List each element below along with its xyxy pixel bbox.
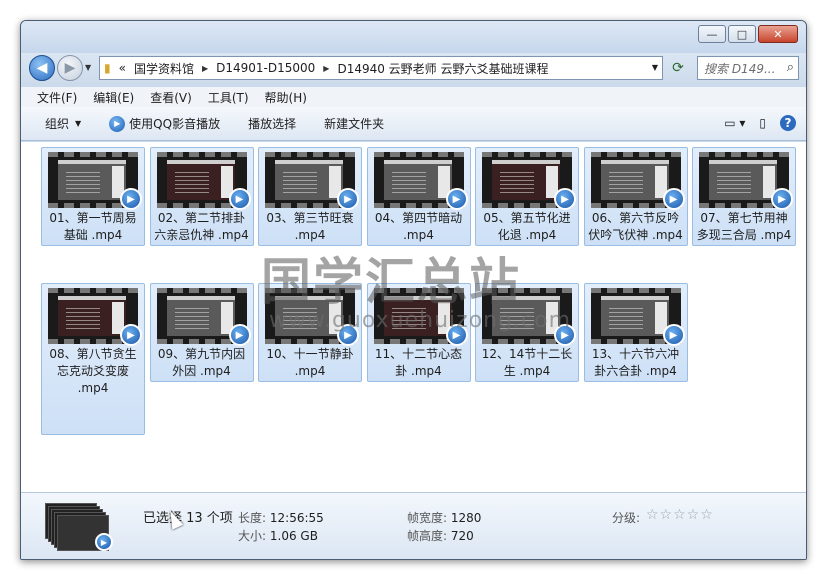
file-item[interactable]: ▶ 03、第三节旺衰 .mp4 bbox=[258, 147, 362, 246]
rating-label: 分级: bbox=[612, 511, 641, 525]
chevron-right-icon[interactable]: ▶ bbox=[323, 64, 329, 73]
file-name: 10、十一节静卦 .mp4 bbox=[266, 347, 354, 378]
breadcrumb-item[interactable]: 国学资料馆 bbox=[134, 60, 194, 77]
qq-player-icon: ▶ bbox=[662, 324, 685, 346]
file-item[interactable]: ▶ 08、第八节贪生 忘克动爻变废 .mp4 bbox=[41, 283, 145, 435]
file-list-pane[interactable]: ▶ 01、第一节周易 基础 .mp4 ▶ 02、第二节排卦 六亲忌仇神 .mp4 ▶ 03、第… bbox=[21, 142, 806, 492]
file-name: 09、第九节内因 外因 .mp4 bbox=[157, 347, 246, 378]
search-input[interactable]: 搜索 D149... ⌕ bbox=[697, 56, 799, 80]
qq-player-icon: ▶ bbox=[228, 324, 251, 346]
qq-player-icon: ▶ bbox=[228, 188, 251, 210]
forward-button[interactable]: ▶ bbox=[57, 55, 83, 81]
minimize-button[interactable]: — bbox=[698, 25, 726, 43]
qq-player-icon: ▶ bbox=[95, 533, 113, 551]
preview-pane-icon[interactable]: ▯ bbox=[759, 116, 766, 130]
refresh-icon[interactable]: ⟳ bbox=[667, 57, 689, 79]
frame-height-field: 帧高度: 720 bbox=[407, 529, 474, 543]
details-pane: ▶ 已选择 13 个项 长度: 12:56:55 大小: 1.06 GB 帧宽度… bbox=[21, 492, 806, 559]
qq-player-icon: ▶ bbox=[771, 188, 793, 210]
file-name: 03、第三节旺衰 .mp4 bbox=[266, 211, 354, 242]
view-icon[interactable]: ▭ ▾ bbox=[724, 116, 745, 130]
qq-player-icon: ▶ bbox=[120, 324, 142, 346]
menu-help[interactable]: 帮助(H) bbox=[265, 89, 307, 106]
organize-label: 组织 bbox=[45, 117, 70, 131]
address-bar[interactable]: ▮ « 国学资料馆 ▶ D14901-D15000 ▶ D14940 云野老师 … bbox=[99, 56, 663, 80]
file-item[interactable]: ▶ 09、第九节内因 外因 .mp4 bbox=[149, 283, 254, 382]
chevron-down-icon: ▼ bbox=[75, 119, 82, 128]
file-name: 13、十六节六冲 卦六合卦 .mp4 bbox=[591, 347, 680, 378]
selected-count: 已选择 13 个项 bbox=[143, 511, 233, 526]
play-selection-button[interactable]: 播放选择 bbox=[248, 115, 296, 132]
qq-player-icon: ▶ bbox=[120, 188, 142, 210]
selection-thumbnail-stack: ▶ bbox=[45, 503, 113, 551]
file-name: 11、十二节心态卦 .mp4 bbox=[374, 347, 463, 378]
file-item[interactable]: ▶ 13、十六节六冲 卦六合卦 .mp4 bbox=[583, 283, 688, 382]
file-item[interactable]: ▶ 05、第五节化进 化退 .mp4 bbox=[475, 147, 579, 246]
menu-bar: 文件(F) 编辑(E) 查看(V) 工具(T) 帮助(H) bbox=[21, 87, 806, 107]
file-name: 02、第二节排卦 六亲忌仇神 .mp4 bbox=[154, 211, 249, 242]
file-name: 04、第四节暗动 .mp4 bbox=[374, 211, 463, 242]
file-name: 01、第一节周易 基础 .mp4 bbox=[49, 211, 137, 242]
help-icon[interactable]: ? bbox=[780, 115, 796, 131]
frame-width-field: 帧宽度: 1280 bbox=[407, 511, 482, 525]
qq-play-button[interactable]: ▶ 使用QQ影音播放 bbox=[109, 115, 220, 132]
menu-tools[interactable]: 工具(T) bbox=[208, 89, 249, 106]
watermark-text: 国学汇总站 bbox=[261, 252, 521, 311]
watermark-url: www.guoxuehuizong.com bbox=[269, 308, 572, 333]
menu-view[interactable]: 查看(V) bbox=[150, 89, 192, 106]
file-item[interactable]: ▶ 01、第一节周易 基础 .mp4 bbox=[41, 147, 145, 246]
qq-player-icon: ▶ bbox=[337, 188, 359, 210]
chevron-right-icon[interactable]: ▶ bbox=[202, 64, 208, 73]
navigation-bar: ◀ ▶ ▼ ▮ « 国学资料馆 ▶ D14901-D15000 ▶ D14940… bbox=[21, 53, 806, 87]
file-name: 05、第五节化进 化退 .mp4 bbox=[483, 211, 571, 242]
qq-player-icon: ▶ bbox=[445, 188, 468, 210]
file-item[interactable]: ▶ 02、第二节排卦 六亲忌仇神 .mp4 bbox=[149, 147, 254, 246]
qq-player-icon: ▶ bbox=[109, 115, 126, 132]
folder-icon: ▮ bbox=[104, 61, 111, 75]
menu-edit[interactable]: 编辑(E) bbox=[93, 89, 134, 106]
length-field: 长度: 12:56:55 bbox=[238, 511, 324, 525]
recent-pages-dropdown[interactable]: ▼ bbox=[85, 63, 91, 72]
search-placeholder: 搜索 D149... bbox=[704, 61, 776, 76]
new-folder-button[interactable]: 新建文件夹 bbox=[324, 115, 384, 132]
qq-play-label: 使用QQ影音播放 bbox=[129, 117, 221, 131]
command-bar: 组织 ▼ ▶ 使用QQ影音播放 播放选择 新建文件夹 ▭ ▾ ▯ ? bbox=[21, 107, 806, 141]
file-item[interactable]: ▶ 04、第四节暗动 .mp4 bbox=[366, 147, 471, 246]
maximize-button[interactable]: □ bbox=[728, 25, 756, 43]
title-bar: — □ ✕ bbox=[21, 21, 806, 53]
size-field: 大小: 1.06 GB bbox=[238, 529, 318, 543]
organize-button[interactable]: 组织 ▼ bbox=[45, 115, 81, 132]
search-icon[interactable]: ⌕ bbox=[787, 60, 794, 75]
file-item[interactable]: ▶ 07、第七节用神 多现三合局 .mp4 bbox=[692, 147, 796, 246]
rating-stars[interactable]: ☆☆☆☆☆ bbox=[646, 507, 714, 523]
close-button[interactable]: ✕ bbox=[758, 25, 798, 43]
breadcrumb-item[interactable]: D14940 云野老师 云野六爻基础班课程 bbox=[337, 60, 548, 77]
history-marker[interactable]: « bbox=[119, 61, 126, 75]
chevron-down-icon[interactable]: ▼ bbox=[652, 63, 658, 72]
file-name: 07、第七节用神 多现三合局 .mp4 bbox=[696, 211, 792, 242]
qq-player-icon: ▶ bbox=[554, 188, 576, 210]
menu-file[interactable]: 文件(F) bbox=[37, 89, 77, 106]
back-button[interactable]: ◀ bbox=[29, 55, 55, 81]
file-name: 06、第六节反吟 伏吟飞伏神 .mp4 bbox=[588, 211, 683, 242]
file-name: 08、第八节贪生 忘克动爻变废 .mp4 bbox=[49, 347, 137, 395]
file-item[interactable]: ▶ 06、第六节反吟 伏吟飞伏神 .mp4 bbox=[583, 147, 688, 246]
explorer-window: — □ ✕ ◀ ▶ ▼ ▮ « 国学资料馆 ▶ D14901-D15000 ▶ … bbox=[20, 20, 807, 560]
file-name: 12、14节十二长生 .mp4 bbox=[481, 347, 573, 378]
breadcrumb-item[interactable]: D14901-D15000 bbox=[216, 61, 315, 75]
qq-player-icon: ▶ bbox=[662, 188, 685, 210]
